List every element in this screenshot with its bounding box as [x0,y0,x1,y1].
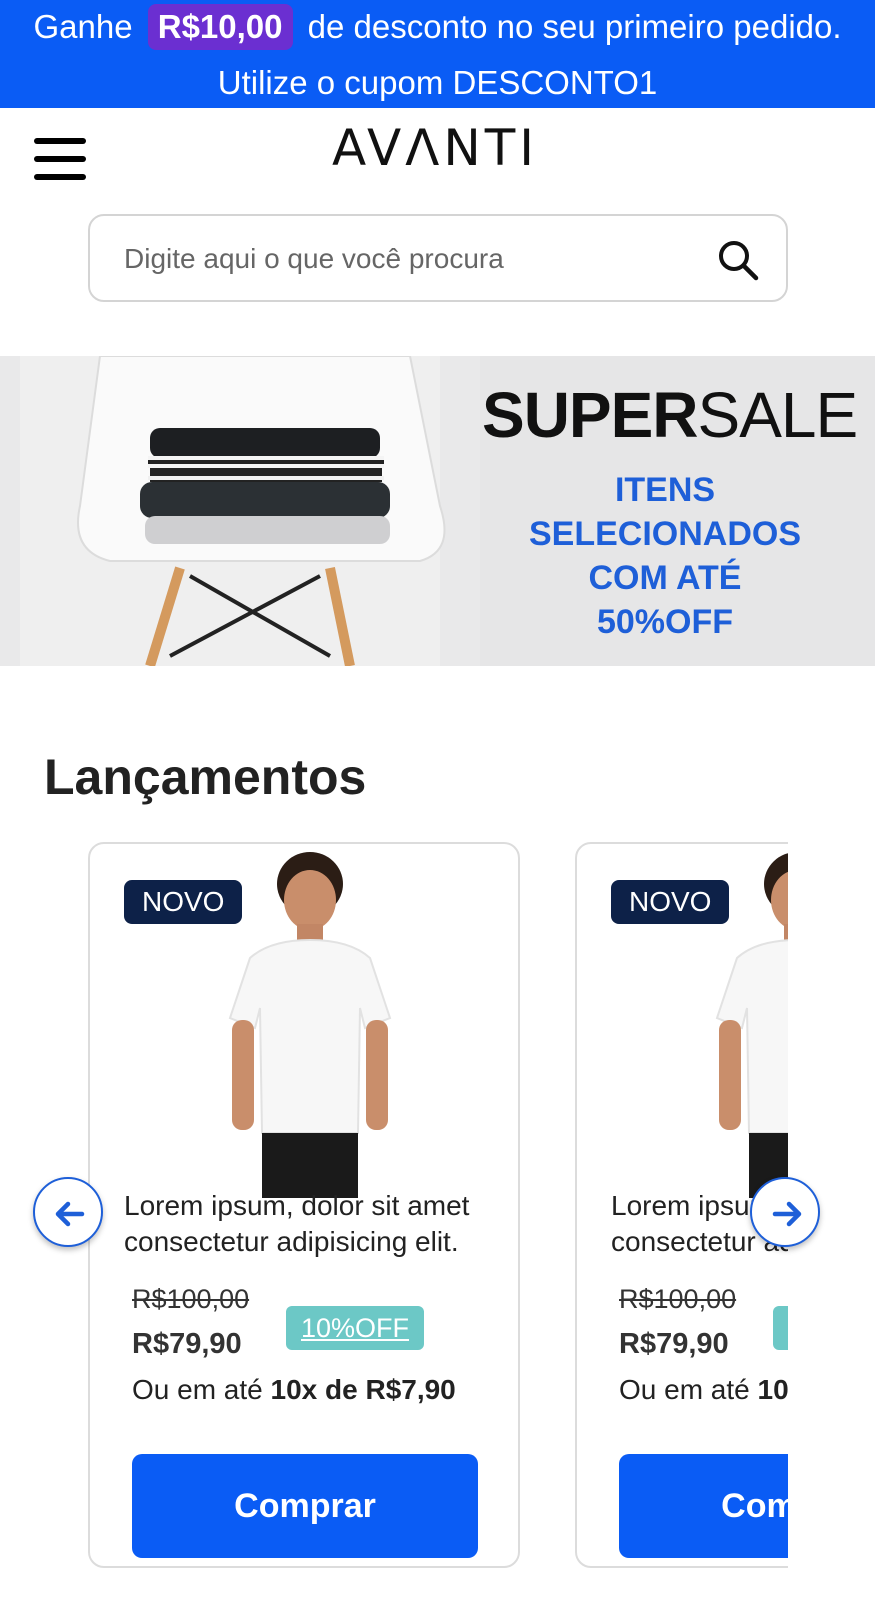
promo-bar: Ganhe R$10,00 de desconto no seu primeir… [0,0,875,108]
hamburger-menu-icon[interactable] [34,138,86,182]
banner-subtitle-line: ITENS [614,471,716,509]
banner-subtitle: ITENS SELECIONADOS COM ATÉ 50%OFF [500,468,830,644]
banner-title: SUPERSALE [482,378,862,452]
search-input[interactable] [124,236,684,282]
promo-suffix: de desconto no seu primeiro pedido. [307,8,842,45]
installments-value: 10x de R$7,90 [270,1374,456,1405]
banner-subtitle-line: SELECIONADOS [528,515,802,553]
installments-prefix: Ou em até [132,1374,263,1405]
promo-coupon-text: Utilize o cupom DESCONTO1 [217,64,658,101]
banner-subtitle-line: 50%OFF [596,603,734,641]
old-price: R$100,00 [619,1284,737,1314]
promo-prefix: Ganhe [33,8,133,45]
banner-subtitle-line: COM ATÉ [588,559,742,597]
promo-amount-badge: R$10,00 [147,4,293,50]
discount-badge: 10%OFF [773,1306,788,1350]
installments-text: Ou em até 10x de R$7,90 [132,1374,456,1406]
old-price: R$100,00 [132,1284,250,1314]
arrow-left-icon [55,1201,85,1227]
new-badge: NOVO [611,880,730,924]
price: R$79,90 [132,1328,242,1360]
discount-badge: 10%OFF [286,1306,424,1350]
search-bar [88,214,788,302]
price: R$79,90 [619,1328,729,1360]
product-carousel: NOVO Lorem ipsum, dolor sit amet consect… [88,842,788,1572]
promo-line-1: Ganhe R$10,00 de desconto no seu primeir… [0,4,875,50]
installments-text: Ou em até 10x de R$7,90 [619,1374,788,1406]
search-icon[interactable] [716,238,760,282]
product-card[interactable]: NOVO Lorem ipsum, dolor sit amet consect… [88,842,520,1568]
supersale-banner[interactable]: SUPERSALE ITENS SELECIONADOS COM ATÉ 50%… [0,356,875,666]
product-description: Lorem ipsum, dolor sit amet consectetur … [124,1190,470,1257]
buy-button[interactable]: Comprar [619,1454,788,1558]
banner-clothes-chair-image [0,356,480,666]
carousel-prev-button[interactable] [33,1177,103,1247]
banner-title-regular: SALE [697,379,859,451]
buy-button[interactable]: Comprar [132,1454,478,1558]
new-badge: NOVO [124,880,243,924]
section-title: Lançamentos [44,749,367,805]
banner-title-bold: SUPER [482,379,698,451]
installments-prefix: Ou em até [619,1374,750,1405]
arrow-right-icon [772,1201,802,1227]
logo[interactable]: AVΛNTI [310,118,560,178]
carousel-next-button[interactable] [750,1177,820,1247]
installments-value: 10x de R$7,90 [757,1374,788,1405]
